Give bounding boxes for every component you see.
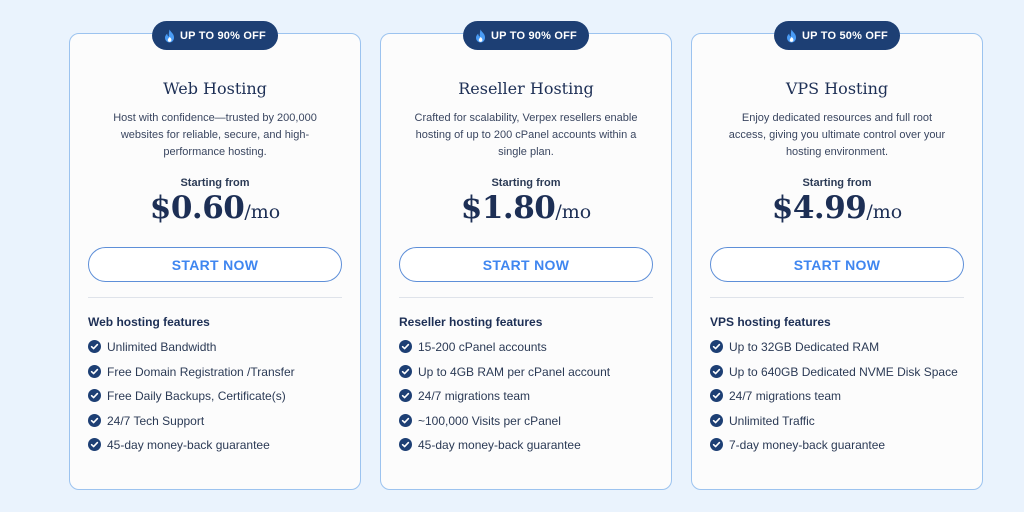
check-circle-icon	[710, 364, 723, 378]
plan-title: Reseller Hosting	[458, 79, 594, 98]
features-heading: Web hosting features	[88, 315, 210, 329]
list-item: 24/7 migrations team	[399, 387, 657, 405]
plan-description: Host with confidence—trusted by 200,000 …	[113, 112, 317, 158]
pricing-card-reseller-hosting: UP TO 90% OFF Reseller Hosting Crafted f…	[380, 21, 672, 490]
divider	[399, 297, 653, 298]
feature-text: 45-day money-back guarantee	[418, 438, 581, 452]
price-amount: $4.99	[771, 190, 867, 226]
check-circle-icon	[710, 340, 723, 353]
features-list: 15-200 cPanel accounts Up to 4GB RAM per…	[399, 338, 657, 461]
feature-text: Up to 640GB Dedicated NVME Disk Space	[729, 364, 958, 379]
list-item: Up to 4GB RAM per cPanel account	[399, 363, 657, 381]
price-unit: /mo	[866, 201, 903, 223]
feature-text: Up to 4GB RAM per cPanel account	[418, 364, 611, 379]
features-list: Unlimited Bandwidth Free Domain Registra…	[88, 338, 346, 461]
feature-text: Free Daily Backups, Certificate(s)	[107, 389, 286, 403]
list-item: Up to 32GB Dedicated RAM	[710, 338, 968, 356]
list-item: Free Daily Backups, Certificate(s)	[88, 387, 346, 405]
check-circle-icon	[399, 389, 412, 402]
badge-text: UP TO 90% OFF	[180, 29, 266, 42]
feature-text: Unlimited Bandwidth	[107, 340, 217, 354]
feature-text: Free Domain Registration /Transfer	[107, 364, 295, 379]
list-item: 7-day money-back guarantee	[710, 436, 968, 454]
check-circle-icon	[399, 438, 412, 451]
check-circle-icon	[88, 364, 101, 378]
check-circle-icon	[88, 389, 101, 402]
check-circle-icon	[399, 340, 412, 353]
list-item: ~100,000 Visits per cPanel	[399, 412, 657, 430]
plan-price: $4.99/mo	[692, 190, 982, 226]
check-circle-icon	[399, 413, 412, 427]
list-item: 45-day money-back guarantee	[88, 436, 346, 454]
start-now-button[interactable]: START NOW	[88, 247, 342, 282]
list-item: Free Domain Registration /Transfer	[88, 363, 346, 381]
flame-icon	[164, 29, 175, 43]
discount-badge: UP TO 90% OFF	[152, 21, 278, 50]
price-unit: /mo	[244, 201, 281, 223]
feature-text: 24/7 Tech Support	[107, 413, 205, 428]
list-item: Unlimited Bandwidth	[88, 338, 346, 356]
start-now-button[interactable]: START NOW	[399, 247, 653, 282]
feature-text: 24/7 migrations team	[729, 389, 842, 403]
price-amount: $1.80	[460, 190, 556, 226]
plan-description: Enjoy dedicated resources and full root …	[728, 112, 946, 158]
plan-price: $1.80/mo	[381, 190, 671, 226]
features-heading: VPS hosting features	[710, 315, 831, 329]
check-circle-icon	[710, 413, 723, 427]
feature-text: 7-day money-back guarantee	[729, 438, 886, 452]
features-heading: Reseller hosting features	[399, 315, 543, 329]
features-list: Up to 32GB Dedicated RAM Up to 640GB Ded…	[710, 338, 968, 461]
list-item: 24/7 migrations team	[710, 387, 968, 405]
check-circle-icon	[88, 438, 101, 451]
feature-text: 24/7 migrations team	[418, 389, 531, 403]
check-circle-icon	[710, 438, 723, 451]
feature-text: 15-200 cPanel accounts	[418, 340, 547, 354]
list-item: 15-200 cPanel accounts	[399, 338, 657, 356]
pricing-cards: UP TO 90% OFF Web Hosting Host with conf…	[0, 0, 1024, 512]
plan-title: VPS Hosting	[785, 79, 889, 98]
flame-icon	[475, 29, 486, 43]
list-item: 45-day money-back guarantee	[399, 436, 657, 454]
price-amount: $0.60	[149, 190, 245, 226]
flame-icon	[786, 29, 797, 43]
badge-text: UP TO 90% OFF	[491, 29, 577, 42]
pricing-card-web-hosting: UP TO 90% OFF Web Hosting Host with conf…	[69, 21, 361, 490]
list-item: Up to 640GB Dedicated NVME Disk Space	[710, 363, 968, 381]
pricing-card-vps-hosting: UP TO 50% OFF VPS Hosting Enjoy dedicate…	[691, 21, 983, 490]
feature-text: Up to 32GB Dedicated RAM	[729, 340, 880, 354]
price-unit: /mo	[555, 201, 592, 223]
feature-text: Unlimited Traffic	[729, 413, 815, 428]
badge-text: UP TO 50% OFF	[802, 29, 888, 42]
check-circle-icon	[88, 340, 101, 353]
divider	[710, 297, 964, 298]
starting-from-label: Starting from	[180, 177, 250, 189]
check-circle-icon	[399, 364, 412, 378]
starting-from-label: Starting from	[802, 177, 872, 189]
starting-from-label: Starting from	[491, 177, 561, 189]
plan-price: $0.60/mo	[70, 190, 360, 226]
plan-description: Crafted for scalability, Verpex reseller…	[414, 112, 638, 158]
check-circle-icon	[88, 413, 101, 427]
list-item: Unlimited Traffic	[710, 412, 968, 430]
discount-badge: UP TO 90% OFF	[463, 21, 589, 50]
start-now-button[interactable]: START NOW	[710, 247, 964, 282]
divider	[88, 297, 342, 298]
feature-text: 45-day money-back guarantee	[107, 438, 270, 452]
list-item: 24/7 Tech Support	[88, 412, 346, 430]
check-circle-icon	[710, 389, 723, 402]
feature-text: ~100,000 Visits per cPanel	[418, 413, 561, 428]
discount-badge: UP TO 50% OFF	[774, 21, 900, 50]
plan-title: Web Hosting	[163, 79, 267, 98]
